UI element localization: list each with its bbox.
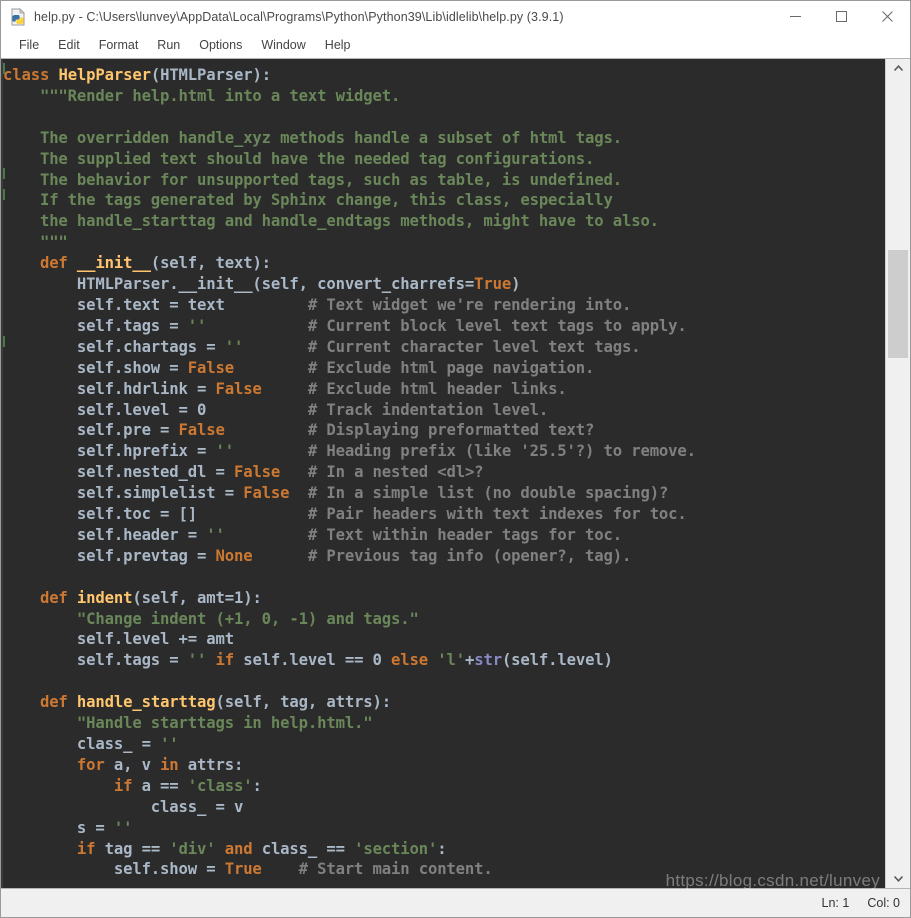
- code-text[interactable]: class HelpParser(HTMLParser): """Render …: [3, 65, 885, 880]
- python-file-icon: [9, 7, 27, 26]
- status-column-indicator: Col: 0: [867, 896, 900, 910]
- window-controls: [772, 1, 910, 32]
- menu-item-options[interactable]: Options: [190, 36, 251, 55]
- window-title: help.py - C:\Users\lunvey\AppData\Local\…: [34, 9, 564, 24]
- menu-item-file[interactable]: File: [10, 36, 48, 55]
- code-editor[interactable]: class HelpParser(HTMLParser): """Render …: [1, 59, 885, 888]
- menu-item-format[interactable]: Format: [90, 36, 148, 55]
- close-button[interactable]: [864, 1, 910, 32]
- menu-item-window[interactable]: Window: [252, 36, 314, 55]
- chevron-down-icon[interactable]: [886, 869, 910, 888]
- idle-editor-window: help.py - C:\Users\lunvey\AppData\Local\…: [0, 0, 911, 918]
- status-bar: https://blog.csdn.net/lunvey Ln: 1 Col: …: [1, 871, 910, 917]
- editor-area: class HelpParser(HTMLParser): """Render …: [1, 58, 910, 888]
- maximize-button[interactable]: [818, 1, 864, 32]
- status-line-indicator: Ln: 1: [821, 896, 850, 910]
- menu-item-help[interactable]: Help: [316, 36, 360, 55]
- scrollbar-track[interactable]: [886, 78, 910, 869]
- minimize-button[interactable]: [772, 1, 818, 32]
- vertical-scrollbar[interactable]: [885, 59, 910, 888]
- scrollbar-thumb[interactable]: [888, 250, 908, 358]
- title-bar: help.py - C:\Users\lunvey\AppData\Local\…: [1, 1, 910, 33]
- menu-item-edit[interactable]: Edit: [49, 36, 89, 55]
- menu-bar: File Edit Format Run Options Window Help: [1, 33, 910, 58]
- chevron-up-icon[interactable]: [886, 59, 910, 78]
- menu-item-run[interactable]: Run: [148, 36, 189, 55]
